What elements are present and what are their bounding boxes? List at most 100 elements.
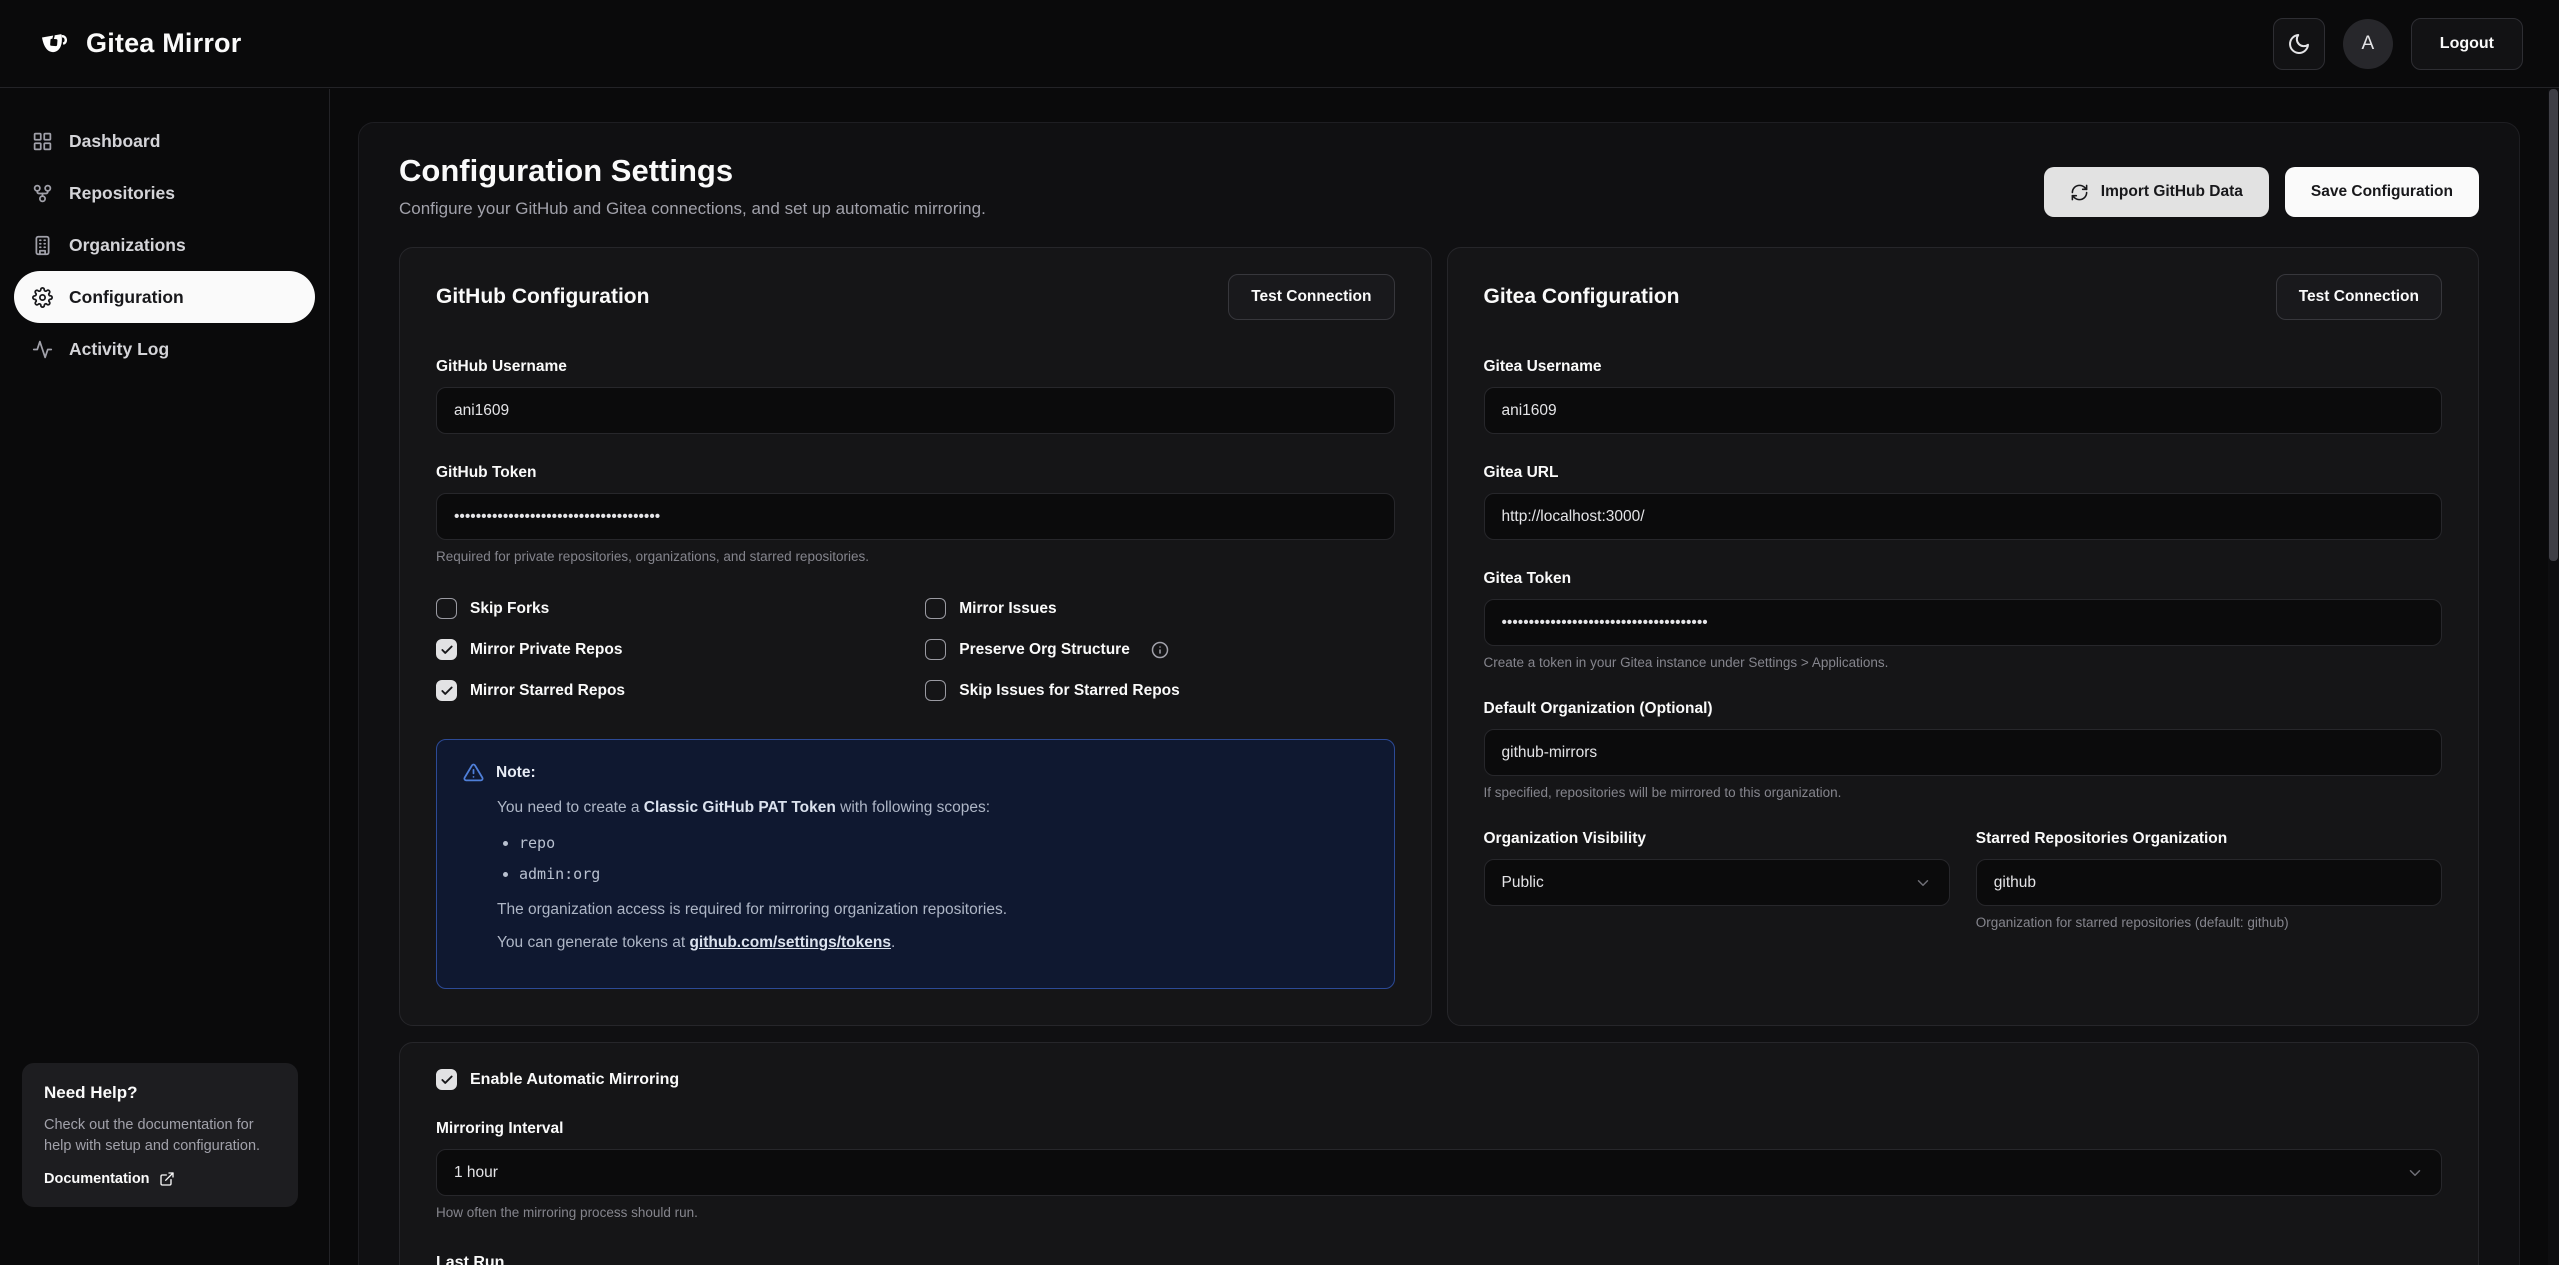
sidebar-item-label: Dashboard bbox=[69, 131, 160, 152]
brand: Gitea Mirror bbox=[36, 26, 241, 62]
org-visibility-value: Public bbox=[1502, 874, 1544, 892]
documentation-link[interactable]: Documentation bbox=[44, 1171, 276, 1187]
info-icon[interactable] bbox=[1151, 641, 1169, 659]
dashboard-grid-icon bbox=[32, 131, 53, 152]
save-configuration-button[interactable]: Save Configuration bbox=[2285, 167, 2479, 217]
checkbox-icon bbox=[436, 639, 457, 660]
alert-triangle-icon bbox=[463, 762, 484, 783]
tokens-settings-link[interactable]: github.com/settings/tokens bbox=[689, 934, 891, 951]
option-preserve-org-structure[interactable]: Preserve Org Structure bbox=[925, 639, 1394, 660]
gitea-token-input[interactable] bbox=[1484, 599, 2443, 646]
need-help-title: Need Help? bbox=[44, 1083, 276, 1103]
need-help-card: Need Help? Check out the documentation f… bbox=[22, 1063, 298, 1207]
gitea-token-help: Create a token in your Gitea instance un… bbox=[1484, 655, 2443, 670]
gitea-cup-logo-icon bbox=[36, 26, 72, 62]
sidebar-item-label: Configuration bbox=[69, 287, 184, 308]
mirroring-interval-help: How often the mirroring process should r… bbox=[436, 1205, 2442, 1220]
checkbox-icon bbox=[925, 598, 946, 619]
main-content: Configuration Settings Configure your Gi… bbox=[358, 122, 2520, 1265]
logout-button[interactable]: Logout bbox=[2411, 18, 2523, 70]
page-subtitle: Configure your GitHub and Gitea connecti… bbox=[399, 199, 986, 219]
refresh-icon bbox=[2070, 183, 2089, 202]
enable-mirroring-label: Enable Automatic Mirroring bbox=[470, 1071, 679, 1089]
starred-org-input[interactable] bbox=[1976, 859, 2442, 906]
default-org-input[interactable] bbox=[1484, 729, 2443, 776]
user-avatar[interactable]: A bbox=[2343, 19, 2393, 69]
sidebar-item-configuration[interactable]: Configuration bbox=[14, 271, 315, 323]
option-label: Mirror Private Repos bbox=[470, 641, 622, 659]
documentation-link-label: Documentation bbox=[44, 1171, 150, 1187]
mirroring-interval-value: 1 hour bbox=[454, 1164, 498, 1182]
checkbox-icon bbox=[436, 598, 457, 619]
github-username-label: GitHub Username bbox=[436, 358, 1395, 376]
building-icon bbox=[32, 235, 53, 256]
org-visibility-label: Organization Visibility bbox=[1484, 830, 1950, 848]
option-skip-forks[interactable]: Skip Forks bbox=[436, 598, 905, 619]
need-help-body: Check out the documentation for help wit… bbox=[44, 1115, 276, 1157]
gitea-username-input[interactable] bbox=[1484, 387, 2443, 434]
gitea-token-label: Gitea Token bbox=[1484, 570, 2443, 588]
scope-repo: repo bbox=[519, 833, 1368, 854]
note-intro: You need to create a Classic GitHub PAT … bbox=[497, 797, 1368, 819]
github-test-connection-button[interactable]: Test Connection bbox=[1228, 274, 1394, 320]
github-token-help: Required for private repositories, organ… bbox=[436, 549, 1395, 564]
checkbox-icon bbox=[436, 1069, 457, 1090]
option-label: Skip Forks bbox=[470, 600, 549, 618]
gitea-card-title: Gitea Configuration bbox=[1484, 285, 1680, 309]
sidebar: Dashboard Repositories Organizations Con… bbox=[0, 89, 330, 1265]
note-title: Note: bbox=[496, 764, 536, 782]
note-generate: You can generate tokens at github.com/se… bbox=[497, 932, 1368, 954]
github-token-input[interactable] bbox=[436, 493, 1395, 540]
git-fork-icon bbox=[32, 183, 53, 204]
pat-token-note: Note: You need to create a Classic GitHu… bbox=[436, 739, 1395, 989]
sidebar-item-label: Activity Log bbox=[69, 339, 169, 360]
note-org-access: The organization access is required for … bbox=[497, 899, 1368, 921]
github-card-title: GitHub Configuration bbox=[436, 285, 649, 309]
option-mirror-private-repos[interactable]: Mirror Private Repos bbox=[436, 639, 905, 660]
enable-automatic-mirroring-toggle[interactable]: Enable Automatic Mirroring bbox=[436, 1069, 2442, 1090]
chevron-down-icon bbox=[2406, 1164, 2424, 1182]
default-org-help: If specified, repositories will be mirro… bbox=[1484, 785, 2443, 800]
sidebar-item-repositories[interactable]: Repositories bbox=[14, 167, 315, 219]
option-skip-issues-starred[interactable]: Skip Issues for Starred Repos bbox=[925, 680, 1394, 701]
starred-org-label: Starred Repositories Organization bbox=[1976, 830, 2442, 848]
default-org-label: Default Organization (Optional) bbox=[1484, 700, 2443, 718]
import-button-label: Import GitHub Data bbox=[2101, 183, 2243, 201]
gitea-url-input[interactable] bbox=[1484, 493, 2443, 540]
mirroring-interval-select[interactable]: 1 hour bbox=[436, 1149, 2442, 1196]
gitea-test-connection-button[interactable]: Test Connection bbox=[2276, 274, 2442, 320]
option-mirror-issues[interactable]: Mirror Issues bbox=[925, 598, 1394, 619]
github-username-input[interactable] bbox=[436, 387, 1395, 434]
checkbox-icon bbox=[925, 639, 946, 660]
option-label: Mirror Issues bbox=[959, 600, 1056, 618]
chevron-down-icon bbox=[1914, 874, 1932, 892]
sidebar-item-dashboard[interactable]: Dashboard bbox=[14, 115, 315, 167]
checkbox-icon bbox=[925, 680, 946, 701]
option-label: Skip Issues for Starred Repos bbox=[959, 682, 1180, 700]
gear-icon bbox=[32, 287, 53, 308]
app-title: Gitea Mirror bbox=[86, 28, 241, 59]
sidebar-item-organizations[interactable]: Organizations bbox=[14, 219, 315, 271]
sidebar-item-activity-log[interactable]: Activity Log bbox=[14, 323, 315, 375]
gitea-url-label: Gitea URL bbox=[1484, 464, 2443, 482]
activity-pulse-icon bbox=[32, 339, 53, 360]
scrollbar-thumb[interactable] bbox=[2549, 89, 2558, 561]
avatar-initial: A bbox=[2361, 33, 2374, 55]
top-navbar: Gitea Mirror A Logout bbox=[0, 0, 2559, 88]
github-token-label: GitHub Token bbox=[436, 464, 1395, 482]
sidebar-item-label: Repositories bbox=[69, 183, 175, 204]
option-mirror-starred-repos[interactable]: Mirror Starred Repos bbox=[436, 680, 905, 701]
option-label: Preserve Org Structure bbox=[959, 641, 1130, 659]
scope-admin-org: admin:org bbox=[519, 864, 1368, 885]
starred-org-help: Organization for starred repositories (d… bbox=[1976, 915, 2442, 930]
theme-toggle-button[interactable] bbox=[2273, 18, 2325, 70]
scrollbar-track[interactable] bbox=[2548, 89, 2559, 1265]
checkbox-icon bbox=[436, 680, 457, 701]
moon-icon bbox=[2287, 32, 2311, 56]
sidebar-item-label: Organizations bbox=[69, 235, 186, 256]
import-github-data-button[interactable]: Import GitHub Data bbox=[2044, 167, 2269, 217]
org-visibility-select[interactable]: Public bbox=[1484, 859, 1950, 906]
gitea-username-label: Gitea Username bbox=[1484, 358, 2443, 376]
option-label: Mirror Starred Repos bbox=[470, 682, 625, 700]
mirroring-interval-label: Mirroring Interval bbox=[436, 1120, 2442, 1138]
